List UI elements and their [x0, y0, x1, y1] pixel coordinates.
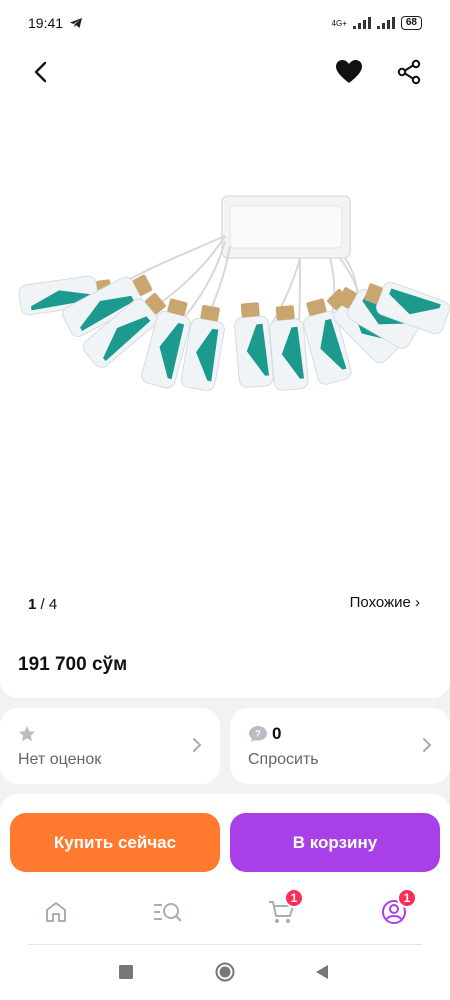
tab-profile[interactable]: 1: [369, 888, 419, 932]
tab-divider: [28, 944, 422, 945]
product-header: [0, 46, 450, 96]
ask-label: Спросить: [248, 751, 319, 768]
square-icon: [119, 965, 133, 979]
status-time: 19:41: [28, 15, 64, 31]
home-icon: [46, 902, 66, 922]
rating-card[interactable]: Нет оценок: [0, 708, 220, 784]
circle-icon: [215, 962, 235, 982]
svg-text:?: ?: [255, 729, 261, 739]
chevron-right-icon: [423, 738, 432, 752]
chevron-right-icon: [193, 738, 202, 752]
star-icon: [19, 726, 35, 742]
share-icon: [397, 59, 421, 85]
question-bubble-icon: ?: [249, 726, 267, 742]
tab-catalog[interactable]: [143, 892, 193, 932]
profile-badge: 1: [397, 888, 417, 908]
battery-indicator: 68: [400, 16, 422, 30]
current-page: 1: [28, 596, 37, 613]
add-to-cart-button[interactable]: В корзину: [230, 813, 440, 872]
questions-card[interactable]: ? 0 Спросить: [230, 708, 450, 784]
status-bar: 19:41 4G+ 68: [0, 0, 450, 46]
tab-cart[interactable]: 1: [256, 888, 306, 932]
back-button[interactable]: [28, 58, 56, 86]
product-image[interactable]: [0, 176, 450, 506]
favorite-button[interactable]: [334, 57, 364, 87]
heart-icon: [336, 60, 362, 83]
telegram-icon: [70, 18, 83, 28]
home-system-button[interactable]: [215, 962, 235, 987]
signal-icon-2: [376, 17, 395, 29]
buy-now-button[interactable]: Купить сейчас: [10, 813, 220, 872]
total-pages: / 4: [40, 596, 58, 613]
product-gallery[interactable]: 1 / 4 Похожие ›: [0, 96, 450, 636]
back-system-button[interactable]: [314, 964, 330, 985]
bottom-action-area: Купить сейчас В корзину 1 1: [0, 794, 450, 1000]
similar-products-link[interactable]: Похожие ›: [350, 594, 420, 611]
share-button[interactable]: [394, 57, 424, 87]
tab-home[interactable]: [31, 892, 81, 932]
triangle-back-icon: [316, 965, 328, 979]
bottle-group: [18, 274, 450, 392]
product-price: 191 700 сўм: [18, 654, 128, 675]
image-page-counter: 1 / 4: [28, 596, 57, 613]
cart-badge: 1: [284, 888, 304, 908]
signal-icon: [352, 17, 371, 29]
questions-count: 0: [272, 724, 282, 743]
network-label: 4G+: [331, 18, 347, 28]
rating-label: Нет оценок: [18, 751, 102, 768]
recents-button[interactable]: [118, 964, 134, 985]
price-card: 191 700 сўм: [0, 636, 450, 698]
chevron-left-icon: [34, 61, 47, 83]
catalog-search-icon: [154, 903, 182, 922]
